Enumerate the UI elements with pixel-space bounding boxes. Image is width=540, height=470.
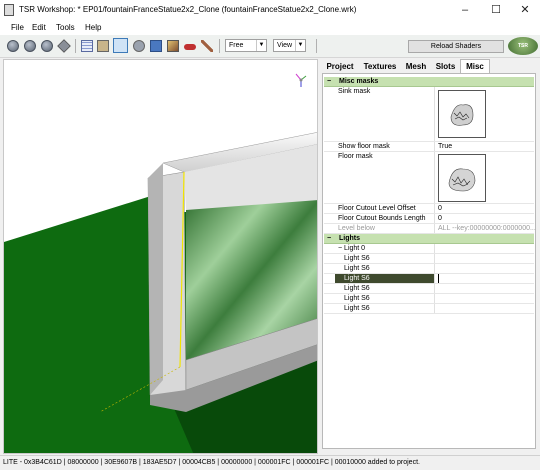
texture-icon[interactable] [167,40,179,52]
sphere-shade-3-icon[interactable] [41,40,53,52]
chevron-down-icon: ▼ [256,40,266,51]
3d-viewport[interactable] [3,59,318,454]
camera-mode-value: Free [229,42,244,49]
light-row[interactable]: Light S6 [324,304,534,314]
light-row[interactable]: Light S6 [324,294,534,304]
axis-gizmo [299,78,303,82]
sphere-shade-2-icon[interactable] [24,40,36,52]
tab-misc[interactable]: Misc [460,59,490,73]
property-row-level-below[interactable]: Level below ALL --key:00000000:0000000..… [324,224,536,234]
tab-mesh[interactable]: Mesh [402,60,430,73]
diamond-icon[interactable] [57,39,71,53]
camera-mode-dropdown[interactable]: Free ▼ [225,39,267,52]
tab-project[interactable]: Project [322,60,358,73]
app-icon [4,4,14,16]
bulb-icon[interactable] [133,40,145,52]
collapse-icon[interactable]: − [327,234,331,243]
property-row-show-floor-mask[interactable]: Show floor mask True [324,142,534,152]
menu-bar: File Edit Tools Help [0,21,540,35]
close-icon[interactable]: ✕ [510,0,540,21]
menu-edit[interactable]: Edit [32,23,46,32]
floor-view-icon[interactable] [113,38,128,53]
property-row-floor-cutout-level-offset[interactable]: Floor Cutout Level Offset 0 [324,204,534,214]
property-row-floor-cutout-bounds-length[interactable]: Floor Cutout Bounds Length 0 [324,214,534,224]
view-label: View [277,42,293,49]
sphere-shade-1-icon[interactable] [7,40,19,52]
collapse-icon[interactable]: − [327,77,331,86]
reload-shaders-button[interactable]: Reload Shaders [408,40,504,53]
minimize-icon[interactable]: – [450,0,480,21]
light-row[interactable]: Light S6 [324,284,534,294]
window-title: TSR Workshop: * EP01/fountainFranceStatu… [19,5,357,14]
maximize-icon[interactable]: ☐ [481,0,511,21]
property-grid: − Misc masks Sink mask Show floor mask T… [322,73,536,449]
grid-icon[interactable] [81,40,93,52]
light-row[interactable]: Light S6 [324,264,534,274]
panel-tabs: Project Textures Mesh Slots Misc [320,59,538,73]
floor-mask-thumbnail[interactable] [438,154,486,202]
pillar-side [148,163,163,395]
network-icon[interactable] [150,40,162,52]
chevron-down-icon: ▼ [295,40,305,51]
category-misc-masks[interactable]: − Misc masks [324,77,534,87]
tab-slots[interactable]: Slots [432,60,459,73]
property-row-floor-mask[interactable]: Floor mask [324,152,534,204]
tsr-workshop-logo: TSR Workshop [508,37,538,67]
menu-help[interactable]: Help [85,23,101,32]
scene-render [4,60,317,453]
title-bar: TSR Workshop: * EP01/fountainFranceStatu… [0,0,540,21]
light-group-row[interactable]: − Light 0 [324,244,534,254]
bones-icon[interactable] [97,40,109,52]
text-cursor [438,274,439,283]
property-row-sink-mask[interactable]: Sink mask [324,87,534,142]
light-row[interactable]: Light S6 [324,254,534,264]
status-text: LITE - 0x3B4C61D | 08000000 | 30E9607B |… [3,459,420,466]
status-bar: LITE - 0x3B4C61D | 08000000 | 30E9607B |… [0,455,540,470]
view-dropdown[interactable]: View ▼ [273,39,306,52]
tab-textures[interactable]: Textures [359,60,401,73]
brush-icon[interactable] [201,40,213,52]
shoe-icon[interactable] [184,44,196,50]
category-lights[interactable]: − Lights [324,234,534,244]
sink-mask-thumbnail[interactable] [438,90,486,138]
menu-file[interactable]: File [11,23,24,32]
light-row-selected[interactable]: Light S6 [324,274,534,284]
menu-tools[interactable]: Tools [56,23,75,32]
